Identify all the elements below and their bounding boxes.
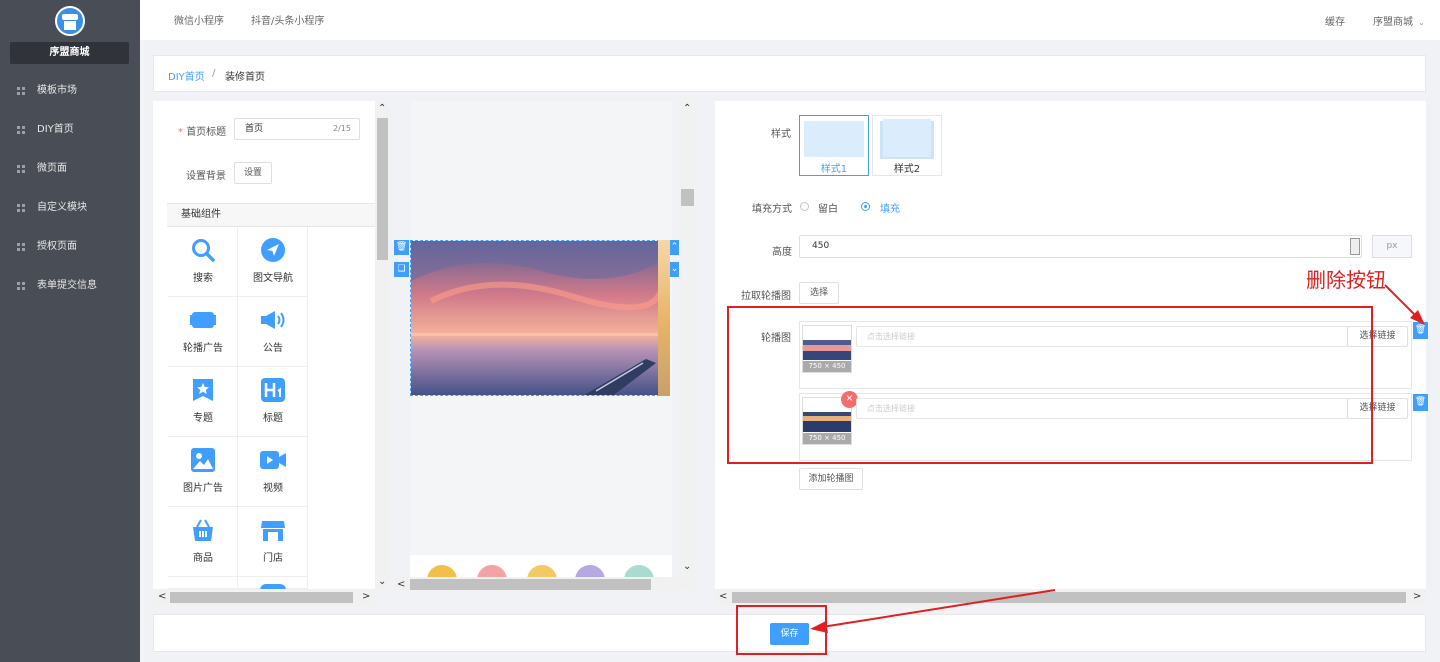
move-down-icon[interactable]: ⌄ xyxy=(670,262,679,277)
sidebar-item-label: DIY首页 xyxy=(37,124,74,135)
sidebar-item-diy-home[interactable]: DIY首页 xyxy=(0,120,140,140)
tab-douyin-miniprogram[interactable]: 抖音/头条小程序 xyxy=(251,12,324,27)
scroll-up-arrow-icon[interactable]: ⌃ xyxy=(378,104,386,114)
radio-blank[interactable] xyxy=(800,202,809,211)
sidebar-item-label: 授权页面 xyxy=(37,241,77,252)
component-image-ad[interactable]: 图片广告 xyxy=(168,437,238,507)
heading-icon xyxy=(261,378,285,402)
sidebar-item-micro-page[interactable]: 微页面 xyxy=(0,159,140,179)
radio-fill[interactable] xyxy=(861,202,870,211)
left-panel-hscroll-thumb[interactable] xyxy=(170,592,353,603)
preview-scroll-thumb[interactable] xyxy=(681,189,694,206)
store-name: 序盟商城 xyxy=(10,42,129,64)
style-option-1[interactable]: 样式1 xyxy=(799,115,869,176)
basic-components-header: 基础组件 xyxy=(167,203,375,227)
grid-icon xyxy=(17,126,25,134)
top-bar xyxy=(140,0,1440,40)
store-menu[interactable]: 序盟商城 ⌄ xyxy=(1373,13,1425,28)
component-notice[interactable]: 公告 xyxy=(238,297,308,367)
background-label: 设置背景 xyxy=(186,171,226,182)
component-video[interactable]: 视频 xyxy=(238,437,308,507)
grid-icon xyxy=(17,204,25,212)
topic-icon xyxy=(193,379,213,401)
navigation-icon xyxy=(261,238,285,262)
height-stepper[interactable] xyxy=(1350,238,1360,255)
scroll-down-arrow-icon[interactable]: ⌄ xyxy=(378,577,386,587)
fill-mode-label: 填充方式 xyxy=(752,204,792,215)
basket-icon xyxy=(193,519,213,541)
grid-icon xyxy=(17,243,25,251)
scroll-left-arrow-icon[interactable]: < xyxy=(719,592,727,602)
component-next[interactable] xyxy=(238,577,308,590)
scroll-right-arrow-icon[interactable]: > xyxy=(362,592,370,602)
radio-fill-label: 填充 xyxy=(880,204,900,215)
char-count: 2/15 xyxy=(333,124,351,133)
component-next[interactable] xyxy=(168,577,238,589)
sidebar-item-label: 微页面 xyxy=(37,163,67,174)
carousel-icon xyxy=(190,312,216,328)
radio-blank-label: 留白 xyxy=(818,204,838,215)
chevron-down-icon: ⌄ xyxy=(1418,18,1425,27)
set-background-button[interactable]: 设置 xyxy=(234,162,272,184)
sidebar-item-custom-module[interactable]: 自定义模块 xyxy=(0,198,140,218)
next-slide-edge xyxy=(658,240,670,396)
carousel-preview-image[interactable] xyxy=(410,240,660,396)
component-heading[interactable]: 标题 xyxy=(238,367,308,437)
sidebar-item-label: 模板市场 xyxy=(37,85,77,96)
sidebar-item-label: 自定义模块 xyxy=(37,202,87,213)
move-up-icon[interactable]: ⌃ xyxy=(670,240,679,255)
preview-hscroll-thumb[interactable] xyxy=(410,579,651,590)
sunset-image xyxy=(411,241,659,395)
component-search[interactable]: 搜索 xyxy=(168,227,238,297)
sidebar-item-label: 表单提交信息 xyxy=(37,280,97,291)
sidebar-item-form-info[interactable]: 表单提交信息 xyxy=(0,276,140,296)
speaker-icon xyxy=(261,311,285,329)
breadcrumb xyxy=(153,55,1426,92)
cache-link[interactable]: 缓存 xyxy=(1325,13,1345,28)
breadcrumb-separator: / xyxy=(212,68,216,79)
grid-icon xyxy=(17,165,25,173)
component-goods[interactable]: 商品 xyxy=(168,507,238,577)
store-menu-label: 序盟商城 xyxy=(1373,17,1413,28)
annotation-arrows xyxy=(810,284,1425,633)
scroll-up-arrow-icon[interactable]: ⌃ xyxy=(683,104,691,114)
style-option-2[interactable]: 样式2 xyxy=(872,115,942,176)
grid-icon xyxy=(17,87,25,95)
component-image-nav[interactable]: 图文导航 xyxy=(238,227,308,297)
component-topic[interactable]: 专题 xyxy=(168,367,238,437)
component-carousel-ad[interactable]: 轮播广告 xyxy=(168,297,238,367)
grid-icon xyxy=(17,282,25,290)
breadcrumb-root-link[interactable]: DIY首页 xyxy=(168,68,205,83)
preview-scrollbar[interactable] xyxy=(680,101,695,589)
pull-carousel-label: 拉取轮播图 xyxy=(741,291,791,302)
breadcrumb-current: 装修首页 xyxy=(225,72,265,83)
unit-suffix: px xyxy=(1372,235,1412,258)
scroll-left-arrow-icon[interactable]: < xyxy=(397,580,405,590)
copy-icon[interactable]: ❏ xyxy=(394,262,409,277)
component-store[interactable]: 门店 xyxy=(238,507,308,577)
sidebar-item-template-market[interactable]: 模板市场 xyxy=(0,81,140,101)
sidebar-item-auth-page[interactable]: 授权页面 xyxy=(0,237,140,257)
tab-wechat-miniprogram[interactable]: 微信小程序 xyxy=(174,12,224,27)
scroll-left-arrow-icon[interactable]: < xyxy=(158,592,166,602)
store-logo-icon xyxy=(55,6,85,36)
height-label: 高度 xyxy=(772,247,792,258)
height-input[interactable]: 450 xyxy=(799,235,1362,258)
delete-icon[interactable]: 🗑 xyxy=(394,240,409,255)
image-icon xyxy=(191,448,215,472)
left-panel-scroll-thumb[interactable] xyxy=(377,118,388,260)
style-label: 样式 xyxy=(771,129,791,140)
page-title-label: * 首页标题 xyxy=(178,127,227,138)
store-icon xyxy=(261,521,285,541)
video-icon xyxy=(260,451,286,469)
scroll-down-arrow-icon[interactable]: ⌄ xyxy=(683,562,691,572)
search-icon xyxy=(192,239,215,262)
